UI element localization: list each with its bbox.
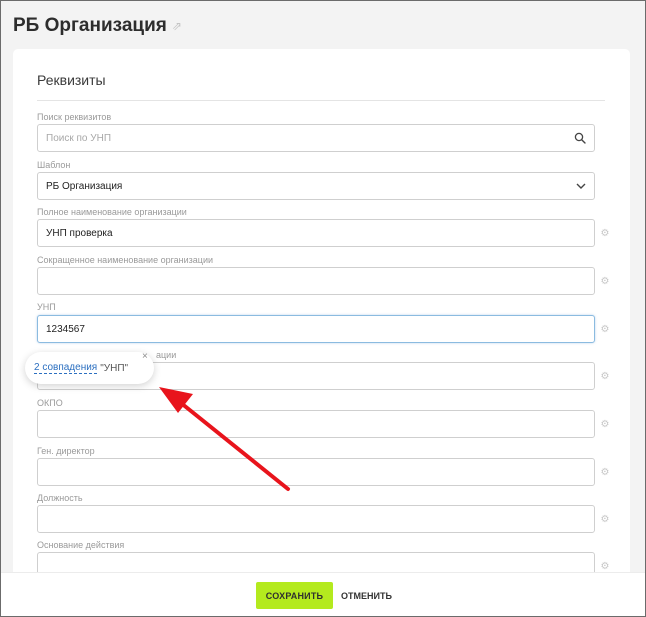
full-name-field[interactable]: УНП проверка (37, 219, 595, 247)
unp-value: 1234567 (46, 323, 85, 335)
search-label: Поиск реквизитов (37, 112, 112, 122)
search-icon[interactable] (574, 132, 586, 144)
gear-icon[interactable]: ⚙ (600, 468, 610, 478)
position-label: Должность (37, 493, 83, 503)
director-field[interactable] (37, 458, 595, 486)
cancel-button[interactable]: ОТМЕНИТЬ (337, 582, 396, 609)
requisites-card: Реквизиты Поиск реквизитов Поиск по УНП … (13, 49, 630, 609)
gear-icon[interactable]: ⚙ (600, 420, 610, 430)
chevron-down-icon (576, 183, 586, 189)
full-name-value: УНП проверка (46, 227, 113, 239)
gear-icon[interactable]: ⚙ (600, 325, 610, 335)
template-label: Шаблон (37, 160, 71, 170)
close-icon[interactable]: × (142, 351, 148, 362)
gear-icon[interactable]: ⚙ (600, 515, 610, 525)
matches-field-name: "УНП" (100, 362, 129, 374)
card-divider (37, 100, 605, 101)
unp-label: УНП (37, 302, 56, 312)
matches-link[interactable]: 2 совпадения (34, 362, 98, 374)
matches-tooltip: 2 совпадения "УНП" (25, 352, 154, 384)
page-title-text: РБ Организация (13, 15, 167, 36)
gear-icon[interactable]: ⚙ (600, 229, 610, 239)
basis-label: Основание действия (37, 540, 125, 550)
window-frame: РБ Организация ⇗ Реквизиты Поиск реквизи… (0, 0, 646, 617)
card-title: Реквизиты (37, 72, 106, 88)
okpo-label: ОКПО (37, 398, 63, 408)
page-title: РБ Организация ⇗ (13, 15, 182, 37)
gear-icon[interactable]: ⚙ (600, 372, 610, 382)
template-value: РБ Организация (46, 180, 123, 192)
gear-icon[interactable]: ⚙ (600, 562, 610, 572)
position-field[interactable] (37, 505, 595, 533)
gear-icon[interactable]: ⚙ (600, 277, 610, 287)
save-button[interactable]: СОХРАНИТЬ (256, 582, 333, 609)
short-name-field[interactable] (37, 267, 595, 295)
okpo-field[interactable] (37, 410, 595, 438)
search-input[interactable]: Поиск по УНП (37, 124, 595, 152)
form-footer: СОХРАНИТЬ ОТМЕНИТЬ (1, 572, 645, 616)
search-placeholder: Поиск по УНП (46, 132, 112, 144)
full-name-label: Полное наименование организации (37, 207, 187, 217)
link-icon[interactable]: ⇗ (172, 19, 182, 33)
short-name-label: Сокращенное наименование организации (37, 255, 214, 265)
director-label: Ген. директор (37, 446, 95, 456)
unp-field[interactable]: 1234567 (37, 315, 595, 343)
template-select[interactable]: РБ Организация (37, 172, 595, 200)
address-label-fragment: ации (156, 350, 177, 360)
